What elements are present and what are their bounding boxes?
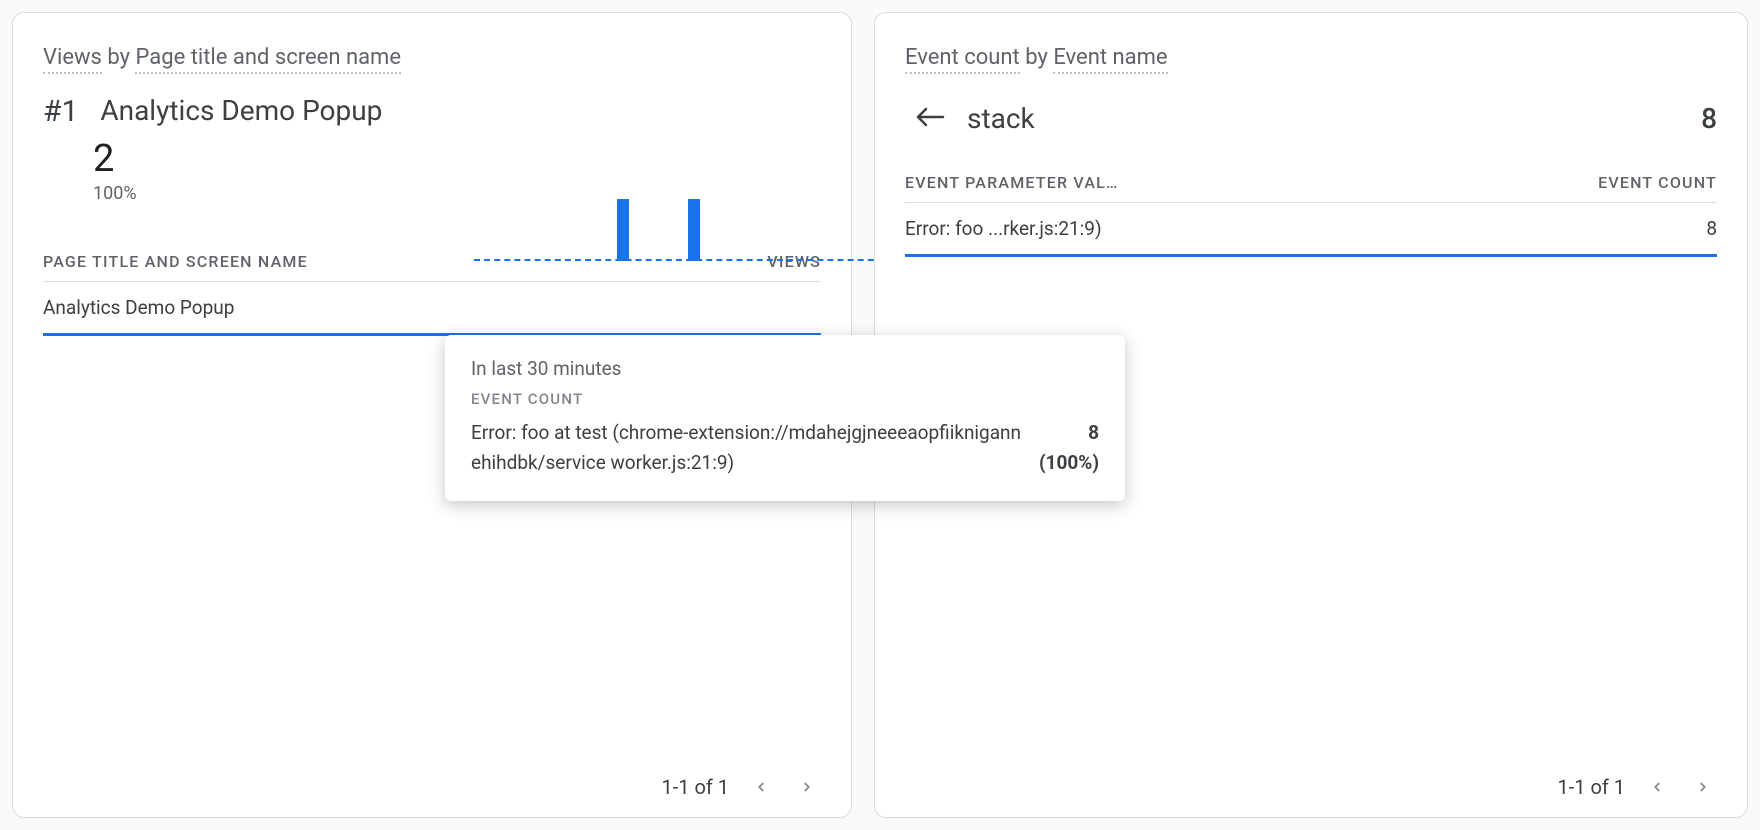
- sparkline-baseline: [474, 259, 894, 261]
- arrow-left-icon: [915, 106, 945, 128]
- views-by-page-card: Views by Page title and screen name #1 A…: [12, 12, 852, 818]
- sparkline-bar: [617, 199, 629, 261]
- title-metric-views[interactable]: Views: [43, 45, 102, 74]
- row-label: Error: foo ...rker.js:21:9): [905, 217, 1102, 240]
- column-header-dimension: PAGE TITLE AND SCREEN NAME: [43, 252, 308, 271]
- rank-name: Analytics Demo Popup: [100, 94, 382, 127]
- sparkline-bar: [688, 199, 700, 261]
- card-title: Views by Page title and screen name: [43, 45, 821, 70]
- tooltip-metric-label: EVENT COUNT: [471, 390, 1099, 408]
- pager-next-button[interactable]: [1689, 773, 1717, 801]
- tooltip-percent: (100%): [1039, 448, 1099, 478]
- rank-number: #1: [43, 94, 78, 129]
- table-header: EVENT PARAMETER VAL… EVENT COUNT: [905, 163, 1717, 203]
- column-header-eventcount: EVENT COUNT: [1598, 173, 1717, 192]
- row-label: Analytics Demo Popup: [43, 296, 234, 319]
- drilldown-header: stack 8: [905, 102, 1717, 135]
- pager: 1-1 of 1: [43, 755, 821, 801]
- table-row[interactable]: Analytics Demo Popup: [43, 282, 821, 336]
- title-by: by: [102, 45, 136, 70]
- row-value: 8: [1706, 217, 1717, 240]
- tooltip-timeframe: In last 30 minutes: [471, 357, 1099, 380]
- title-metric-eventcount[interactable]: Event count: [905, 45, 1020, 74]
- chevron-left-icon: [1650, 776, 1664, 798]
- pager: 1-1 of 1: [905, 755, 1717, 801]
- chevron-left-icon: [754, 776, 768, 798]
- top-item-row: #1 Analytics Demo Popup: [43, 94, 821, 129]
- back-button[interactable]: [905, 105, 945, 133]
- pager-prev-button[interactable]: [747, 773, 775, 801]
- chevron-right-icon: [1696, 776, 1710, 798]
- title-dimension[interactable]: Page title and screen name: [135, 45, 401, 74]
- drilldown-title: stack: [963, 102, 1683, 135]
- pager-range: 1-1 of 1: [661, 775, 729, 799]
- tooltip-count: 8: [1039, 418, 1099, 448]
- pager-prev-button[interactable]: [1643, 773, 1671, 801]
- drilldown-count: 8: [1701, 102, 1717, 135]
- sparkline-chart: [474, 191, 894, 261]
- title-dimension-eventname[interactable]: Event name: [1053, 45, 1167, 74]
- tooltip-numbers: 8 (100%): [1039, 418, 1099, 479]
- card-title: Event count by Event name: [905, 45, 1717, 70]
- pager-range: 1-1 of 1: [1557, 775, 1625, 799]
- metric-value: 2: [93, 137, 821, 181]
- chevron-right-icon: [800, 776, 814, 798]
- tooltip-message: Error: foo at test (chrome-extension://m…: [471, 418, 1029, 479]
- pager-next-button[interactable]: [793, 773, 821, 801]
- hover-tooltip: In last 30 minutes EVENT COUNT Error: fo…: [445, 335, 1125, 501]
- title-by: by: [1020, 45, 1054, 70]
- column-header-param: EVENT PARAMETER VAL…: [905, 173, 1119, 192]
- table-row[interactable]: Error: foo ...rker.js:21:9) 8: [905, 203, 1717, 257]
